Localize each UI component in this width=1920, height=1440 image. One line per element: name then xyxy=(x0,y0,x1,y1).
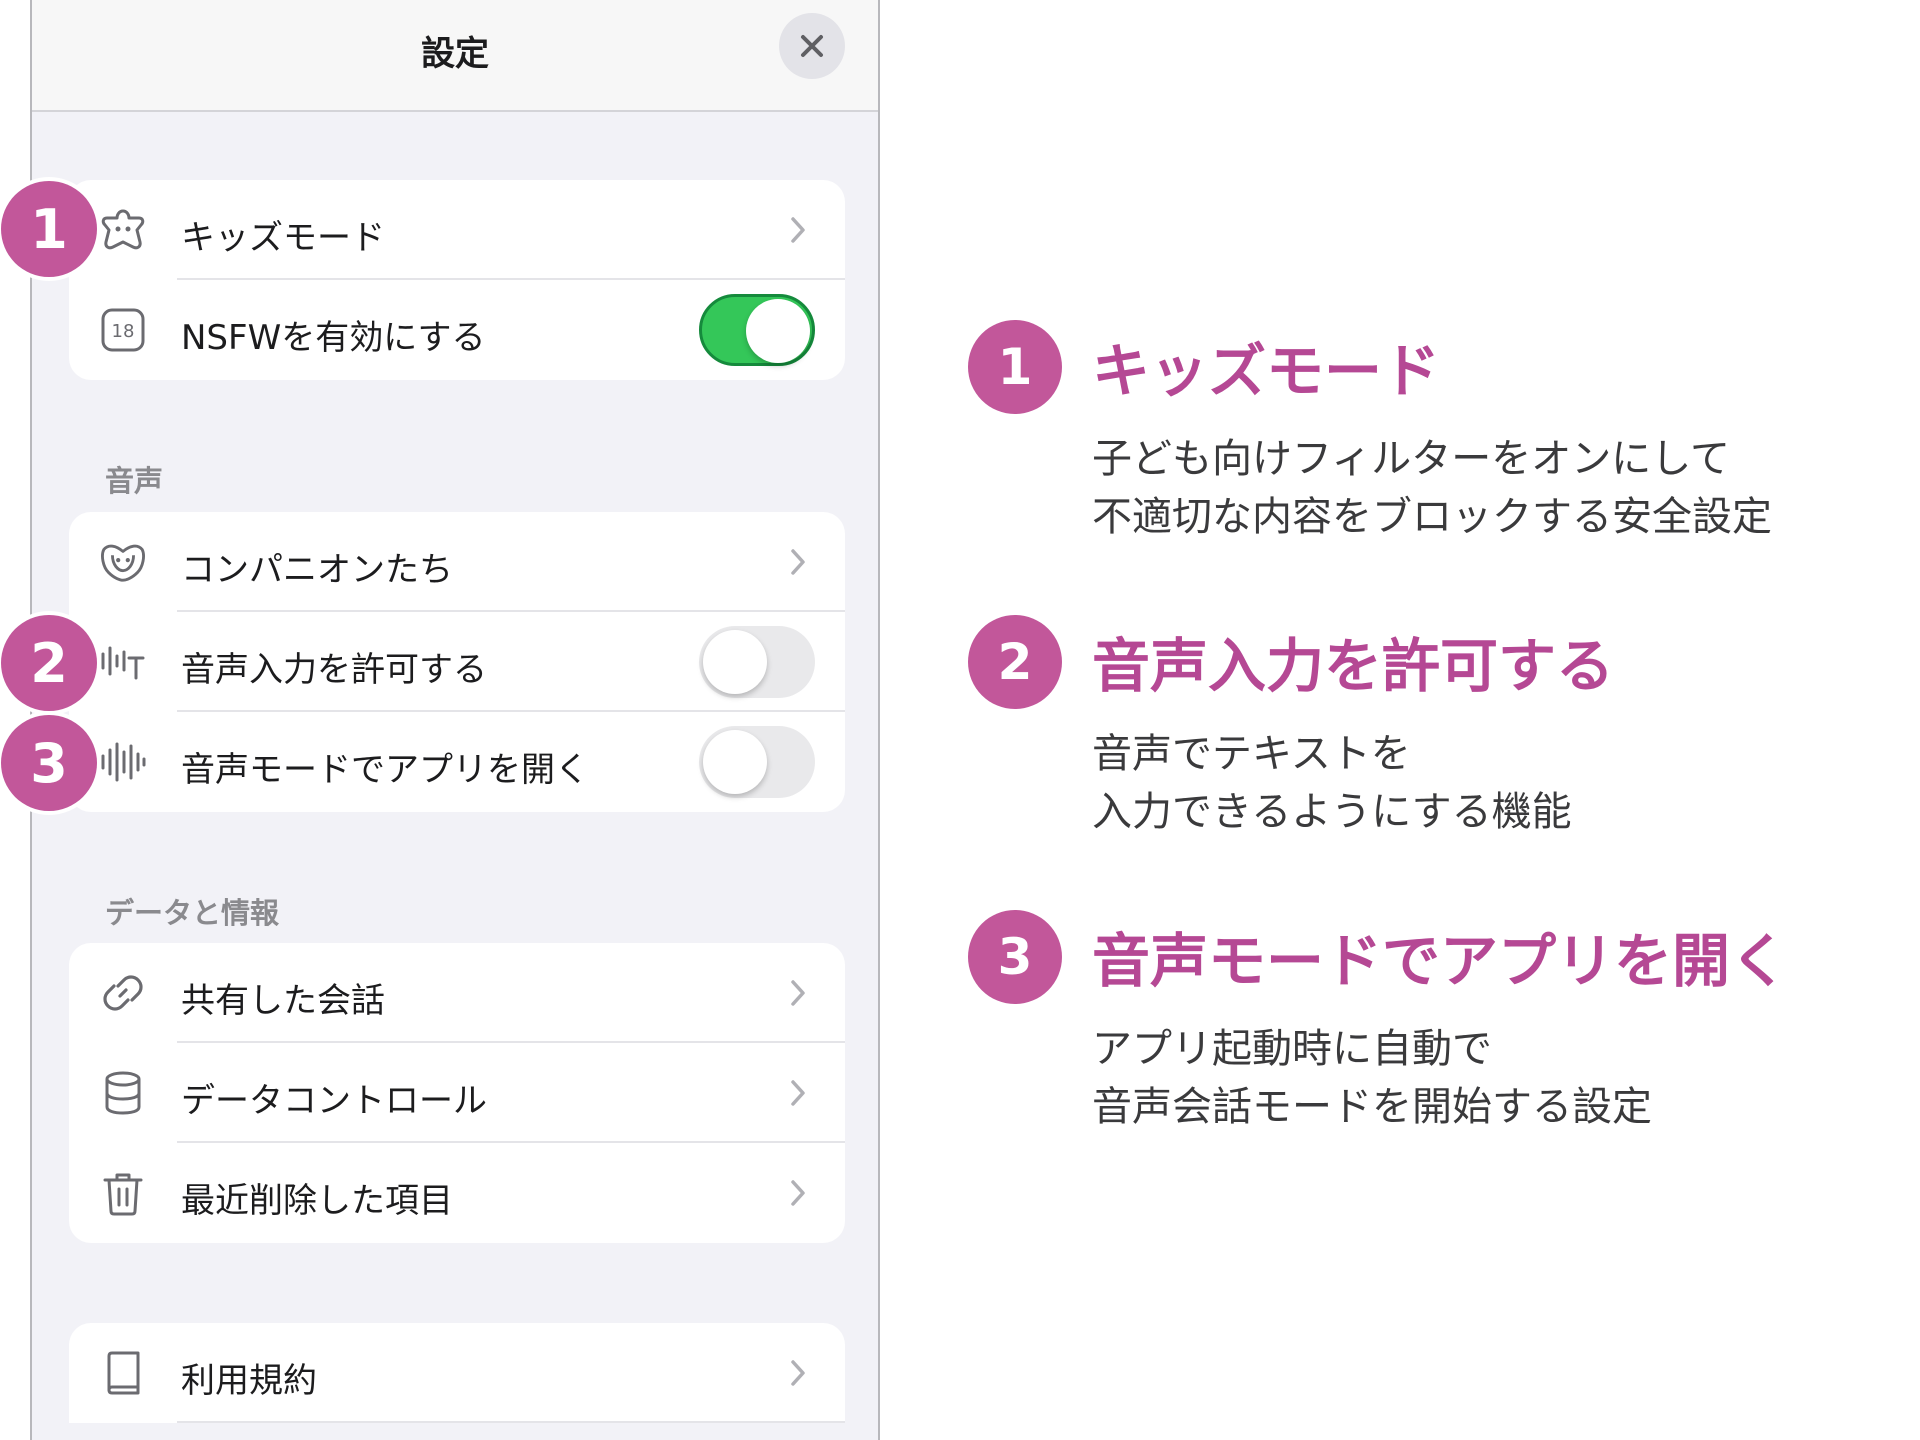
nsfw-toggle[interactable] xyxy=(699,294,815,366)
toggle-knob xyxy=(746,299,810,363)
row-label: 音声入力を許可する xyxy=(181,650,487,690)
row-nsfw: 18 NSFWを有効にする xyxy=(69,280,845,380)
annotation-desc-line: 入力できるようにする機能 xyxy=(1092,789,1572,835)
row-label: 利用規約 xyxy=(181,1361,317,1401)
annotation-number: 2 xyxy=(968,615,1062,709)
annotation-desc-line: 音声会話モードを開始する設定 xyxy=(1092,1084,1652,1130)
annotation-desc-line: 音声でテキストを xyxy=(1092,731,1411,777)
age-18-label: 18 xyxy=(112,321,135,342)
settings-group-voice: コンパニオンたち 音声入力を許可する 音声モードでアプリを開く xyxy=(69,512,845,812)
annotation-title: キッズモード xyxy=(1092,337,1441,405)
row-label: 共有した会話 xyxy=(181,981,385,1021)
book-icon xyxy=(99,1349,147,1397)
row-companions[interactable]: コンパニオンたち xyxy=(69,512,845,612)
screenshot-root: 設定 キッズモード 18 NSFWを有効にする 音声 コンパニオンたち 音声入力… xyxy=(0,0,1920,1440)
row-kids-mode[interactable]: キッズモード xyxy=(69,180,845,280)
annotation-description: 子ども向けフィルターをオンにして 不適切な内容をブロックする安全設定 xyxy=(1092,430,1772,546)
chevron-right-icon xyxy=(787,1076,809,1110)
voice-input-toggle[interactable] xyxy=(699,626,815,698)
settings-group-legal: 利用規約 xyxy=(69,1323,845,1423)
chevron-right-icon xyxy=(787,545,809,579)
chevron-right-icon xyxy=(787,213,809,247)
row-label: NSFWを有効にする xyxy=(181,318,486,358)
row-open-in-voice-mode: 音声モードでアプリを開く xyxy=(69,712,845,812)
callout-badge-2: 2 xyxy=(1,615,97,711)
waveform-icon xyxy=(99,738,147,786)
nav-header: 設定 xyxy=(32,0,878,112)
annotation-number: 1 xyxy=(968,320,1062,414)
settings-group-data: 共有した会話 データコントロール 最近削除した項目 xyxy=(69,943,845,1243)
annotation-desc-line: アプリ起動時に自動で xyxy=(1092,1026,1492,1072)
row-label: コンパニオンたち xyxy=(181,550,453,590)
row-label: 音声モードでアプリを開く xyxy=(181,750,589,790)
close-icon xyxy=(799,33,825,59)
annotation-description: アプリ起動時に自動で 音声会話モードを開始する設定 xyxy=(1092,1020,1652,1136)
settings-sheet: 設定 キッズモード 18 NSFWを有効にする 音声 コンパニオンたち 音声入力… xyxy=(30,0,880,1440)
chevron-right-icon xyxy=(787,1176,809,1210)
age-18-icon: 18 xyxy=(99,306,147,354)
row-label: データコントロール xyxy=(181,1081,487,1121)
toggle-knob xyxy=(703,630,767,694)
annotation-desc-line: 子ども向けフィルターをオンにして xyxy=(1092,436,1730,482)
annotation-description: 音声でテキストを 入力できるようにする機能 xyxy=(1092,725,1572,841)
callout-badge-3: 3 xyxy=(1,715,97,811)
chevron-right-icon xyxy=(787,976,809,1010)
settings-group-top: キッズモード 18 NSFWを有効にする xyxy=(69,180,845,380)
companions-icon xyxy=(99,538,147,586)
trash-icon xyxy=(99,1169,147,1217)
row-voice-input: 音声入力を許可する xyxy=(69,612,845,712)
link-icon xyxy=(99,969,147,1017)
row-terms-of-use[interactable]: 利用規約 xyxy=(69,1323,845,1423)
annotation-desc-line: 不適切な内容をブロックする安全設定 xyxy=(1092,494,1772,540)
annotation-number: 3 xyxy=(968,910,1062,1004)
row-divider xyxy=(177,1421,845,1423)
section-label-data: データと情報 xyxy=(105,896,280,930)
toggle-knob xyxy=(703,730,767,794)
close-button[interactable] xyxy=(779,13,845,79)
row-label: 最近削除した項目 xyxy=(181,1181,453,1221)
section-label-voice: 音声 xyxy=(105,464,164,498)
page-title: 設定 xyxy=(421,34,489,74)
row-data-controls[interactable]: データコントロール xyxy=(69,1043,845,1143)
annotation-title: 音声モードでアプリを開く xyxy=(1092,927,1789,995)
row-recently-deleted[interactable]: 最近削除した項目 xyxy=(69,1143,845,1243)
voice-input-icon xyxy=(99,638,147,686)
kids-mode-icon xyxy=(99,206,147,254)
row-label: キッズモード xyxy=(181,218,385,258)
annotation-title: 音声入力を許可する xyxy=(1092,632,1615,700)
chevron-right-icon xyxy=(787,1356,809,1390)
voice-mode-launch-toggle[interactable] xyxy=(699,726,815,798)
row-shared-chats[interactable]: 共有した会話 xyxy=(69,943,845,1043)
database-icon xyxy=(99,1069,147,1117)
callout-badge-1: 1 xyxy=(1,181,97,277)
